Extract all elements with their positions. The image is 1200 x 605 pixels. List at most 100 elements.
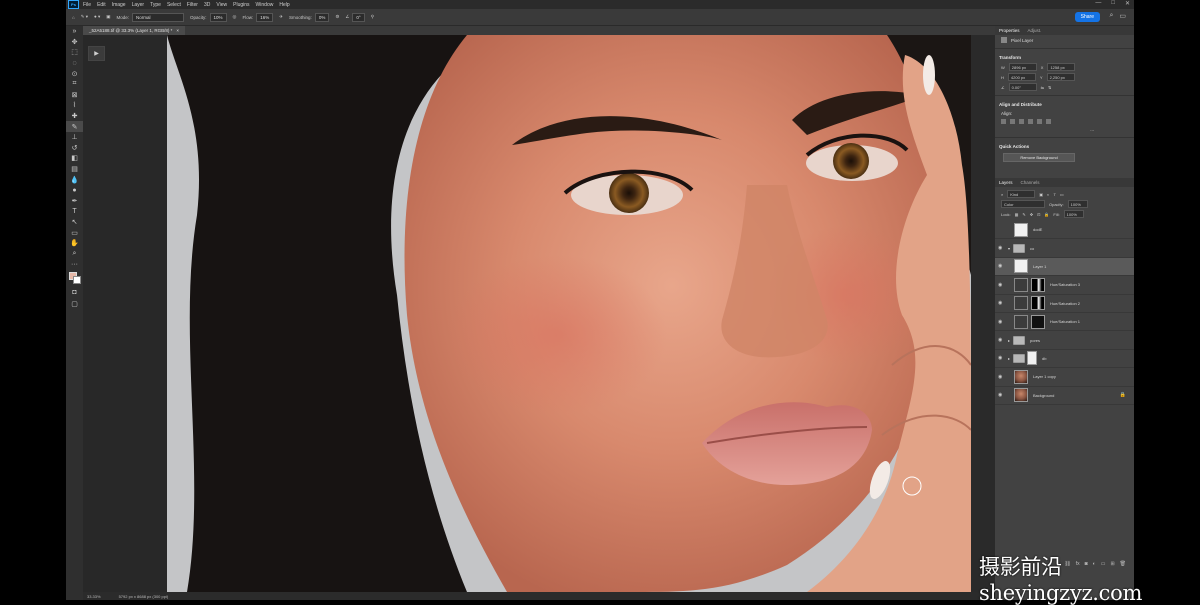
layer-kind-filter[interactable]: Kind [1007,190,1036,198]
angle-field[interactable]: 0.00° [1008,83,1037,91]
lasso-tool-icon[interactable]: ◌ [66,58,83,69]
layer-row[interactable]: ◉ Layer 1 copy [995,368,1134,387]
maximize-button[interactable]: □ [1111,0,1115,7]
align-left-icon[interactable] [1001,119,1006,124]
gradient-tool-icon[interactable]: ▤ [66,164,83,175]
history-brush-tool-icon[interactable]: ↺ [66,143,83,154]
transform-heading[interactable]: Transform [995,52,1134,62]
eye-icon[interactable]: ◉ [998,337,1004,343]
layer-mask-thumbnail[interactable] [1031,277,1045,292]
y-field[interactable]: 2,250 px [1046,73,1075,81]
x-field[interactable]: 1258 px [1047,63,1076,71]
angle-input[interactable]: 0° [352,12,365,22]
play-button[interactable]: ▶ [88,46,105,61]
healing-brush-tool-icon[interactable]: ✚ [66,111,83,122]
opacity-input[interactable]: 10% [209,12,227,22]
tab-layers[interactable]: Layers [995,180,1017,185]
brush-preset-icon[interactable]: ✎ ▾ [81,14,88,20]
share-button[interactable]: Share [1074,12,1100,22]
width-field[interactable]: 2896 px [1008,63,1037,71]
image-canvas[interactable] [167,35,971,592]
quick-actions-heading[interactable]: Quick Actions [995,141,1134,151]
eye-icon[interactable]: ◉ [998,300,1004,306]
menu-layer[interactable]: Layer [132,2,145,8]
layer-row[interactable]: ◉ ▸ db [995,350,1134,369]
dodge-tool-icon[interactable]: ● [66,185,83,196]
menu-edit[interactable]: Edit [97,2,106,8]
airbrush-icon[interactable]: ✈ [279,14,283,20]
remove-background-button[interactable]: Remove Background [1003,153,1075,162]
home-icon[interactable]: ⌂ [72,15,75,20]
layer-row[interactable]: ◉ Hue/Saturation 3 [995,276,1134,295]
flow-input[interactable]: 16% [256,12,274,22]
menu-plugins[interactable]: Plugins [233,2,249,8]
layer-row[interactable]: ◉ Hue/Saturation 1 [995,313,1134,332]
eye-icon[interactable]: ◉ [998,392,1004,398]
layer-row[interactable]: ◉ Background 🔒 [995,387,1134,405]
path-select-tool-icon[interactable]: ↖ [66,217,83,228]
lock-pixels-icon[interactable]: ▦ [1015,212,1019,217]
brush-size-icon[interactable]: ● ▾ [94,14,100,20]
group-collapsed-icon[interactable]: ▸ [1008,356,1010,361]
tab-adjustments[interactable]: Adjust. [1024,28,1046,33]
pen-tool-icon[interactable]: ✒ [66,196,83,207]
screen-mode-icon[interactable]: ▢ [66,298,83,309]
eye-icon[interactable]: ◉ [998,282,1004,288]
menu-view[interactable]: View [216,2,227,8]
layer-opacity-field[interactable]: 100% [1067,200,1088,208]
align-top-icon[interactable] [1028,119,1033,124]
menu-3d[interactable]: 3D [204,2,210,8]
close-tab-icon[interactable]: × [176,28,179,33]
layer-row[interactable]: dodE [995,221,1134,240]
align-center-h-icon[interactable] [1010,119,1015,124]
menu-type[interactable]: Type [150,2,161,8]
filter-pixel-icon[interactable]: ▣ [1039,192,1043,197]
eye-icon[interactable]: ◉ [998,374,1004,380]
menu-select[interactable]: Select [167,2,181,8]
layer-row[interactable]: ◉ ▸ pores [995,331,1134,350]
lock-artboard-icon[interactable]: ⊡ [1037,212,1040,217]
brush-settings-icon[interactable]: ▣ [106,14,110,20]
group-expand-icon[interactable]: ▾ [1008,246,1010,251]
smoothing-settings-icon[interactable]: ⚙ [335,14,339,20]
filter-type-icon[interactable]: T [1053,192,1055,197]
flip-horizontal-icon[interactable]: ⇋ [1041,85,1044,90]
move-tool-icon[interactable]: ✥ [66,37,83,48]
tab-channels[interactable]: Channels [1017,180,1044,185]
align-heading[interactable]: Align and Distribute [995,99,1134,109]
close-window-button[interactable]: ✕ [1125,0,1130,7]
photoshop-app-icon[interactable]: Ps [68,0,79,9]
crop-tool-icon[interactable]: ⌗ [66,79,83,90]
symmetry-icon[interactable]: ⚲ [371,14,374,20]
filter-adjust-icon[interactable]: ◐ [1047,192,1049,197]
quick-mask-icon[interactable]: ◘ [66,288,83,299]
mode-select[interactable]: Normal [132,12,185,22]
menu-window[interactable]: Window [256,2,274,8]
pressure-opacity-icon[interactable]: ◎ [233,14,237,20]
layer-row-selected[interactable]: ◉ Layer 1 [995,257,1134,277]
smoothing-input[interactable]: 0% [314,12,330,22]
blur-tool-icon[interactable]: 💧 [66,174,83,185]
color-swatches[interactable] [66,270,83,288]
quick-select-tool-icon[interactable]: ⊙ [66,68,83,79]
marquee-tool-icon[interactable]: ⬚ [66,47,83,58]
blend-mode-select[interactable]: Color [1001,200,1045,208]
zoom-level[interactable]: 33.33% [87,594,101,599]
type-tool-icon[interactable]: T [66,206,83,217]
eye-icon[interactable]: ◉ [998,263,1004,269]
tab-properties[interactable]: Properties [995,28,1024,33]
lock-paint-icon[interactable]: ✎ [1022,212,1025,217]
background-color[interactable] [73,275,81,284]
height-field[interactable]: 4200 px [1007,73,1036,81]
clone-stamp-tool-icon[interactable]: ⊥ [66,132,83,143]
document-tab[interactable]: _52A5188.tif @ 33.3% (Layer 1, RGB/8) * … [83,26,186,35]
filter-shape-icon[interactable]: ▭ [1060,192,1064,197]
eraser-tool-icon[interactable]: ◧ [66,153,83,164]
minimize-button[interactable]: — [1095,0,1101,7]
eye-icon[interactable]: ◉ [998,355,1004,361]
workspace-icon[interactable]: ▭ [1119,12,1126,20]
eye-icon[interactable]: ◉ [998,319,1004,325]
layer-row[interactable]: ◉ Hue/Saturation 2 [995,295,1134,313]
hand-tool-icon[interactable]: ✋ [66,238,83,249]
align-right-icon[interactable] [1019,119,1024,124]
